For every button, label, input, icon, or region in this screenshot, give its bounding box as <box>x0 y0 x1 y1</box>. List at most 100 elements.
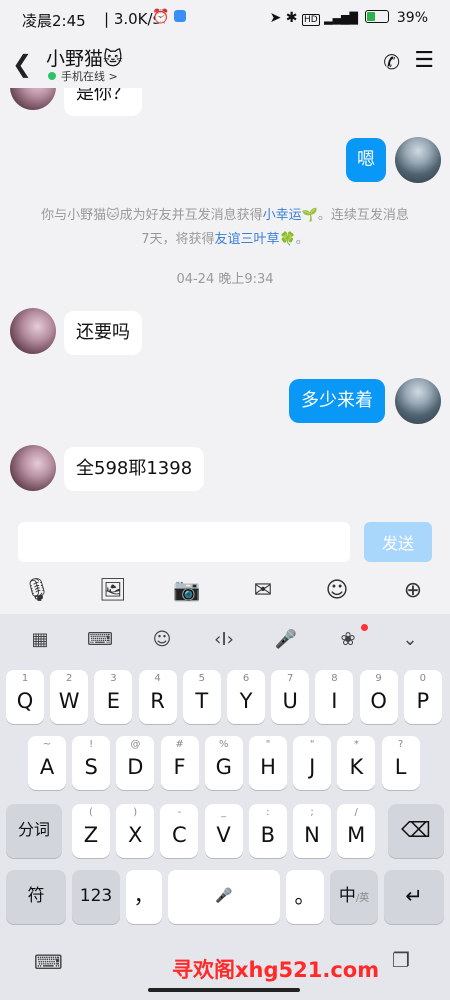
key-g[interactable]: % G <box>204 736 243 790</box>
emoji-icon[interactable]: ☺ <box>148 626 176 654</box>
key-i[interactable]: 8I <box>315 670 354 724</box>
key-q[interactable]: 1Q <box>6 670 44 724</box>
friend-avatar[interactable] <box>10 88 56 110</box>
key-p[interactable]: 0P <box>403 670 442 724</box>
clipboard-icon[interactable]: ❐ <box>392 948 410 972</box>
key-d[interactable]: @ D <box>116 736 155 790</box>
language-label: 中/英 <box>330 870 378 925</box>
key-k[interactable]: * K <box>337 736 376 790</box>
key-e[interactable]: 3E <box>94 670 133 724</box>
my-avatar[interactable] <box>395 378 441 424</box>
key-l[interactable]: ? L <box>381 736 420 790</box>
key-n[interactable]: ; N <box>293 804 331 858</box>
key-alt-label: 7 <box>287 673 294 684</box>
key-t[interactable]: 5T <box>182 670 221 724</box>
key-r[interactable]: 4R <box>138 670 177 724</box>
phone-call-icon[interactable]: ✆ <box>383 50 400 74</box>
sticker-icon[interactable]: ❀ <box>334 626 362 654</box>
message-bubble-outgoing[interactable]: 多少来着 <box>289 379 385 423</box>
friend-avatar[interactable] <box>10 445 56 491</box>
friendship-clover-link[interactable]: 友谊三叶草🍀 <box>215 232 296 247</box>
key-s[interactable]: ! S <box>72 736 111 790</box>
key-label: V <box>216 823 231 847</box>
online-dot-icon <box>48 72 56 80</box>
camera-icon[interactable]: 📷 <box>172 576 202 606</box>
key-label: Z <box>83 823 99 847</box>
grid-apps-icon[interactable]: ▦ <box>26 626 54 654</box>
key-w[interactable]: 2W <box>50 670 89 724</box>
key-alt-label: 9 <box>375 673 382 684</box>
app-notification-icon <box>173 10 186 22</box>
key-alt-label: 2 <box>66 673 73 684</box>
key-y[interactable]: 6Y <box>227 670 265 724</box>
key-alt-label: ! <box>89 739 94 750</box>
battery-icon <box>365 10 390 23</box>
key-label: D <box>127 755 144 779</box>
message-bubble-incoming[interactable]: 还要吗 <box>64 311 142 355</box>
online-status[interactable]: 手机在线 > <box>48 68 118 84</box>
enter-key[interactable]: ↵ <box>384 870 444 924</box>
system-message-text-1: 你与小野猫🐱成为好友并互发消息获得 <box>41 208 263 223</box>
friend-avatar[interactable] <box>10 308 56 354</box>
xiao-xing-yun-link[interactable]: 小幸运🌱 <box>263 208 318 223</box>
period-key[interactable]: 。 <box>286 870 324 924</box>
status-right-icons: ➤ ✱ HD ▂▄▆█ 39% <box>270 10 428 26</box>
alarm-icon: ⏰ <box>152 9 170 25</box>
back-arrow-icon[interactable]: ❮ <box>12 50 32 78</box>
symbol-key[interactable]: 符 <box>6 870 66 924</box>
microphone-icon[interactable]: 🎙 <box>22 576 52 606</box>
red-packet-icon[interactable]: ✉ <box>248 576 278 606</box>
image-icon[interactable]: 🖼 <box>98 576 128 606</box>
key-b[interactable]: :B <box>248 804 287 858</box>
key-c[interactable]: -C <box>160 804 199 858</box>
key-alt-label: ~ <box>42 739 52 750</box>
key-m[interactable]: / M <box>337 804 376 858</box>
key-label: B <box>260 823 275 847</box>
key-u[interactable]: 7U <box>271 670 310 724</box>
backspace-key[interactable]: ⌫ <box>388 804 444 858</box>
key-label: Q <box>16 689 34 713</box>
language-switch-key[interactable]: 中/英 <box>330 870 378 924</box>
message-bubble-incoming[interactable]: 是你？ <box>64 88 142 116</box>
key-alt-label: ) <box>133 807 138 818</box>
mic-icon[interactable]: 🎤 <box>272 626 300 654</box>
comma-key[interactable]: ， <box>126 870 162 924</box>
key-label: H <box>260 755 276 779</box>
key-f[interactable]: # F <box>160 736 199 790</box>
key-x[interactable]: ) X <box>116 804 155 858</box>
system-message-text-3: 。 <box>295 232 309 247</box>
keyboard-switch-icon[interactable]: ⌨ <box>34 950 63 974</box>
key-h[interactable]: " H <box>249 736 287 790</box>
fenci-key[interactable]: 分词 <box>6 804 62 858</box>
my-avatar[interactable] <box>395 137 441 183</box>
key-alt-label: 6 <box>242 673 250 684</box>
key-label: L <box>394 755 407 779</box>
send-button[interactable]: 发送 <box>364 522 432 562</box>
keyboard-icon[interactable]: ⌨ <box>86 626 114 654</box>
contact-name[interactable]: 小野猫🐱 <box>46 44 123 71</box>
home-indicator[interactable] <box>148 988 300 992</box>
key-v[interactable]: _ V <box>204 804 243 858</box>
key-alt-label: " <box>265 739 271 750</box>
key-label: R <box>150 689 165 713</box>
key-a[interactable]: ~ A <box>28 736 66 790</box>
key-alt-label: ? <box>397 739 404 750</box>
key-j[interactable]: " J <box>293 736 332 790</box>
space-key[interactable]: 🎤 <box>168 870 280 924</box>
key-label: K <box>349 755 364 779</box>
message-input[interactable] <box>18 522 350 562</box>
collapse-icon[interactable]: ⌄ <box>396 626 424 654</box>
key-label: P <box>416 689 430 713</box>
key-z[interactable]: (Z <box>72 804 110 858</box>
cursor-icon[interactable]: ‹I› <box>210 626 238 654</box>
emoji-icon[interactable]: ☺ <box>322 576 352 606</box>
key-label: G <box>215 755 232 779</box>
key-alt-label: ( <box>89 807 93 818</box>
number-key[interactable]: 123 <box>72 870 120 924</box>
chat-messages[interactable]: 是你？ 嗯 你与小野猫🐱成为好友并互发消息获得小幸运🌱。连续互发消息7天，将获得… <box>0 88 450 514</box>
key-o[interactable]: 9O <box>359 670 398 724</box>
message-bubble-outgoing[interactable]: 嗯 <box>346 138 386 182</box>
menu-icon[interactable]: ☰ <box>414 48 434 73</box>
message-bubble-incoming[interactable]: 全598耶1398 <box>64 447 205 491</box>
plus-icon[interactable]: ⊕ <box>398 576 428 606</box>
